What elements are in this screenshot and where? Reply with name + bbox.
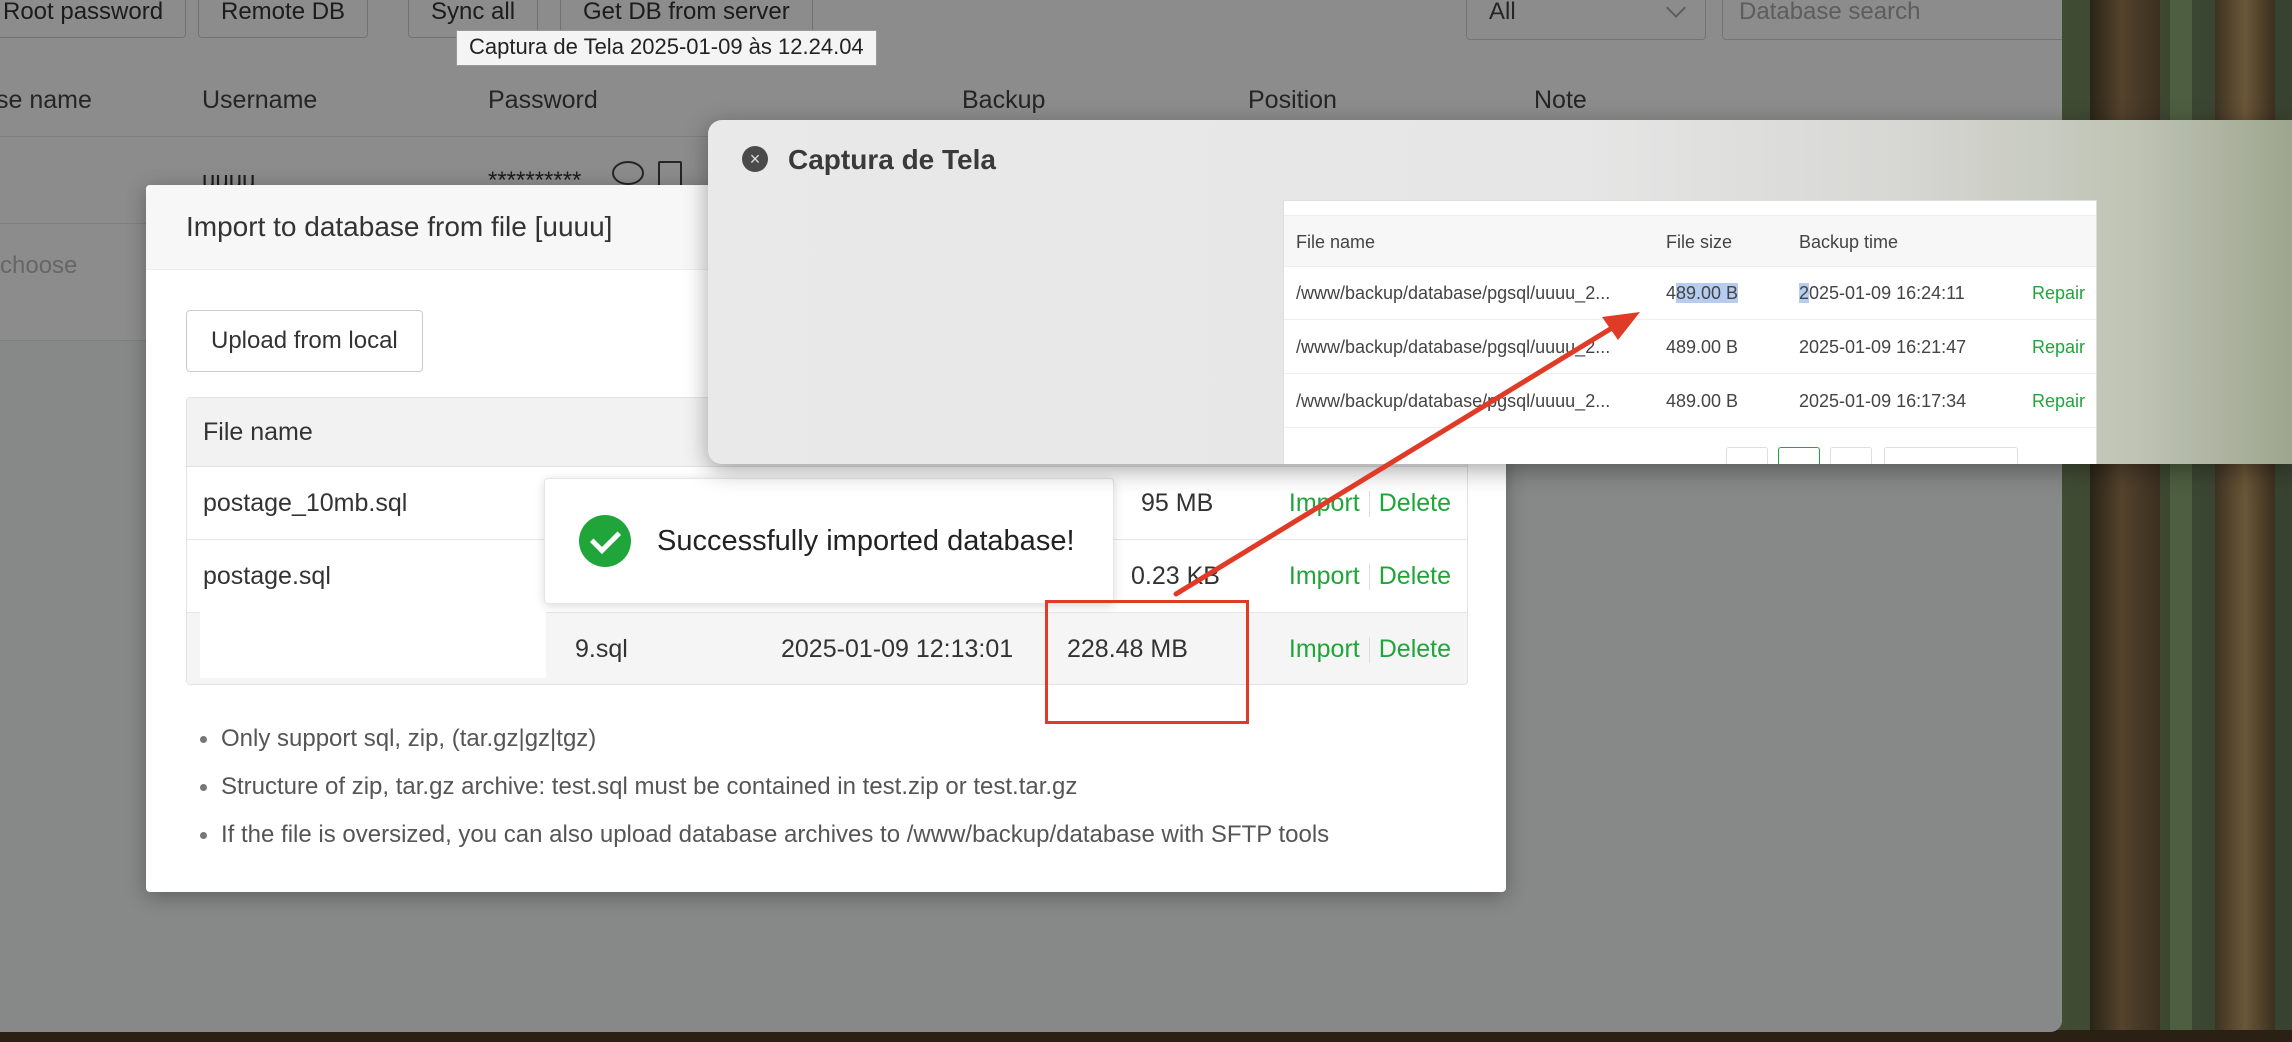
annotation-arrow bbox=[1173, 312, 1640, 597]
arrow-head bbox=[1602, 312, 1640, 340]
arrow-line bbox=[1173, 325, 1615, 597]
